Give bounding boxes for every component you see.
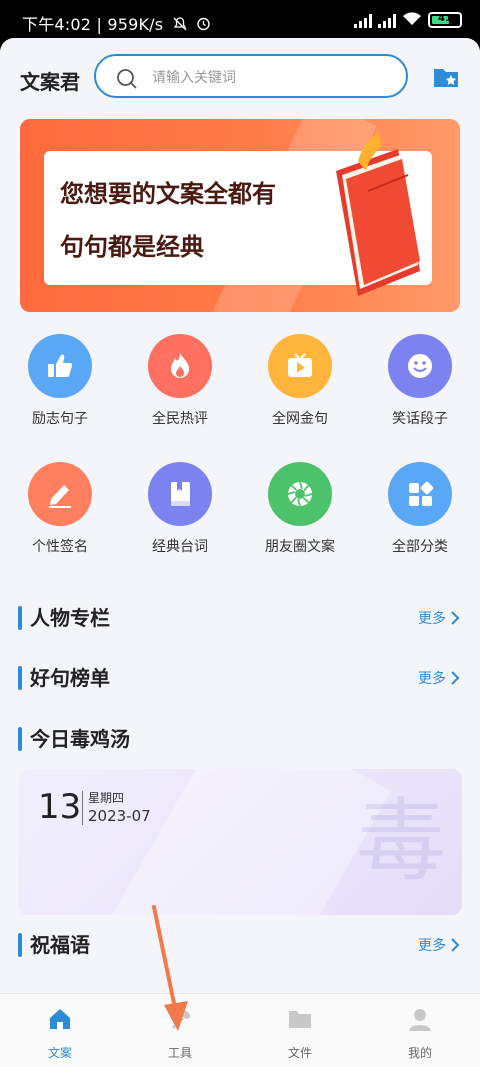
tab-mine[interactable]: 我的 <box>360 994 480 1061</box>
red-book-illustration <box>308 131 438 305</box>
search-icon <box>116 68 138 94</box>
aperture-icon <box>268 462 332 526</box>
year-month: 2023-07 <box>88 807 151 825</box>
battery-level: 41 <box>438 13 452 24</box>
status-speed: 959K/s <box>107 15 164 34</box>
tab-label: 文案 <box>47 1046 72 1060</box>
category-label: 全民热评 <box>152 411 208 427</box>
header: 文案君 请输入关键词 <box>0 54 480 104</box>
pencil-icon <box>28 462 92 526</box>
promo-banner[interactable]: 您想要的文案全都有 句句都是经典 <box>20 119 460 312</box>
section-people: 人物专栏 更多 <box>18 602 462 632</box>
more-link[interactable]: 更多 <box>418 608 460 628</box>
section-title: 今日毒鸡汤 <box>30 727 130 751</box>
category-label: 朋友圈文案 <box>265 539 335 555</box>
section-blessing: 祝福语 更多 <box>18 929 462 959</box>
more-link[interactable]: 更多 <box>418 668 460 688</box>
grid-icon <box>388 462 452 526</box>
book-icon <box>148 462 212 526</box>
category-label: 笑话段子 <box>392 411 448 427</box>
category-label: 经典台词 <box>152 539 208 555</box>
section-title: 人物专栏 <box>30 606 110 630</box>
more-link[interactable]: 更多 <box>418 935 460 955</box>
weekday: 星期四 <box>88 791 125 805</box>
status-separator: | <box>96 15 108 34</box>
tab-label: 我的 <box>407 1046 432 1060</box>
annotation-arrow <box>152 905 188 1031</box>
app-screen: 文案君 请输入关键词 您想要的文案全都有 句句都是经典 励志句子 全民热评 全网… <box>0 38 480 1067</box>
day-number: 13 <box>38 787 82 827</box>
status-left: 下午4:02 | 959K/s <box>22 11 211 35</box>
category-jokes[interactable]: 笑话段子 <box>370 334 470 428</box>
search-input[interactable]: 请输入关键词 <box>94 54 408 98</box>
home-icon <box>0 1006 120 1034</box>
tab-files[interactable]: 文件 <box>240 994 360 1061</box>
play-tv-icon <box>268 334 332 398</box>
bottom-tab-bar: 文案 工具 文件 我的 <box>0 993 480 1067</box>
thumbs-up-icon <box>28 334 92 398</box>
category-label: 励志句子 <box>32 411 88 427</box>
section-title: 好句榜单 <box>30 666 110 690</box>
section-title: 祝福语 <box>30 933 90 957</box>
section-rank: 好句榜单 更多 <box>18 662 462 692</box>
category-all[interactable]: 全部分类 <box>370 462 470 556</box>
alarm-icon <box>192 15 211 34</box>
banner-line-1: 您想要的文案全都有 <box>60 179 276 208</box>
category-moments[interactable]: 朋友圈文案 <box>250 462 350 556</box>
category-label: 全部分类 <box>392 539 448 555</box>
favorites-folder-icon[interactable] <box>432 64 460 94</box>
app-title: 文案君 <box>20 70 80 94</box>
signal-icon <box>354 12 372 28</box>
search-placeholder: 请输入关键词 <box>152 70 236 86</box>
category-inspiring[interactable]: 励志句子 <box>10 334 110 428</box>
flame-icon <box>148 334 212 398</box>
category-classic-lines[interactable]: 经典台词 <box>130 462 230 556</box>
chevron-right-icon <box>451 611 460 625</box>
status-time: 下午4:02 <box>22 15 92 34</box>
category-label: 个性签名 <box>32 539 88 555</box>
banner-line-2: 句句都是经典 <box>60 232 204 261</box>
section-soup: 今日毒鸡汤 <box>18 723 462 753</box>
status-right: 41 <box>354 10 462 30</box>
wifi-icon <box>402 10 422 31</box>
category-label: 全网金句 <box>272 411 328 427</box>
category-hot-comments[interactable]: 全民热评 <box>130 334 230 428</box>
category-signature[interactable]: 个性签名 <box>10 462 110 556</box>
status-bar: 下午4:02 | 959K/s 41 <box>0 0 480 38</box>
mute-icon <box>169 15 192 34</box>
chevron-right-icon <box>451 671 460 685</box>
category-golden-quotes[interactable]: 全网金句 <box>250 334 350 428</box>
tab-label: 工具 <box>167 1046 192 1060</box>
watermark: 毒 <box>356 789 446 894</box>
battery-icon: 41 <box>428 12 462 28</box>
tab-label: 文件 <box>287 1046 312 1060</box>
user-icon <box>360 1006 480 1034</box>
tab-copywriting[interactable]: 文案 <box>0 994 120 1061</box>
daily-soup-card[interactable]: 13 星期四 2023-07 毒 <box>18 769 462 915</box>
folder-icon <box>240 1006 360 1034</box>
smile-icon <box>388 334 452 398</box>
chevron-right-icon <box>451 938 460 952</box>
signal-icon-2 <box>378 12 396 28</box>
